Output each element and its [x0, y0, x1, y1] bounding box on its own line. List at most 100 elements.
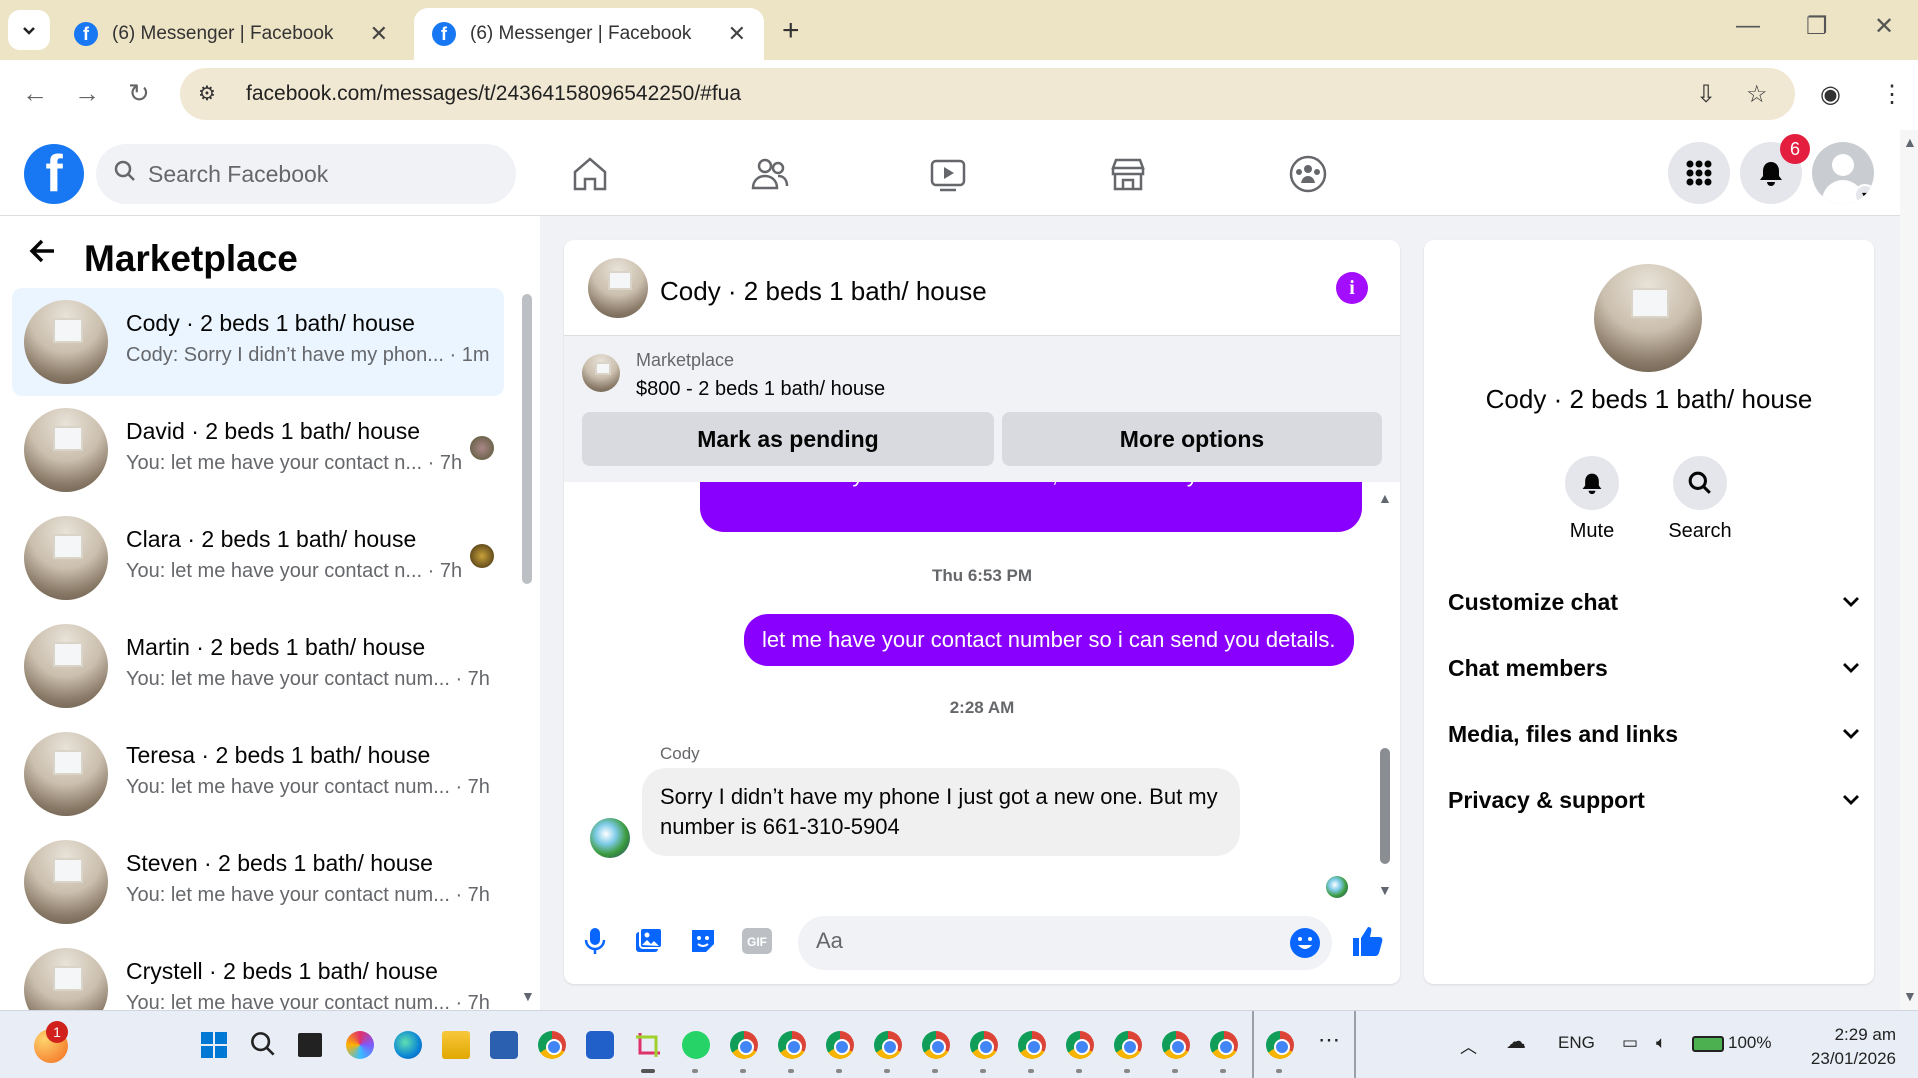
chat-members-section[interactable]: Chat members	[1448, 648, 1860, 688]
menu-grid-button[interactable]	[1668, 142, 1730, 204]
file-explorer-icon[interactable]	[442, 1031, 470, 1059]
conversation-item[interactable]: Teresa · 2 beds 1 bath/ house You: let m…	[12, 720, 504, 828]
scroll-down-icon[interactable]: ▼	[521, 988, 535, 1004]
chrome-icon[interactable]	[826, 1031, 854, 1059]
close-tab-icon[interactable]: ✕	[370, 21, 388, 47]
forward-icon[interactable]: →	[74, 78, 100, 109]
language-indicator[interactable]: ENG	[1558, 1033, 1595, 1053]
incoming-message[interactable]: Sorry I didn’t have my phone I just got …	[642, 768, 1240, 856]
system-clock[interactable]: 2:29 am 23/01/2026	[1796, 1023, 1896, 1071]
chrome-icon[interactable]	[1162, 1031, 1190, 1059]
more-apps-icon[interactable]: ⋯	[1318, 1027, 1340, 1053]
info-icon[interactable]: i	[1336, 272, 1368, 304]
conversation-item[interactable]: Crystell · 2 beds 1 bath/ house You: let…	[12, 936, 504, 1010]
battery-icon[interactable]	[1692, 1036, 1724, 1052]
conversation-list-scrollbar[interactable]	[522, 294, 532, 584]
bookmark-star-icon[interactable]: ☆	[1746, 80, 1768, 109]
search-input[interactable]	[148, 160, 468, 188]
photo-icon[interactable]	[632, 924, 666, 958]
whatsapp-icon[interactable]	[682, 1031, 710, 1059]
page-scrollbar[interactable]: ▲ ▼	[1900, 130, 1918, 1010]
scroll-up-icon[interactable]: ▲	[1378, 490, 1392, 506]
chrome-icon[interactable]	[730, 1031, 758, 1059]
marketplace-icon[interactable]	[1106, 152, 1150, 196]
profile-avatar[interactable]	[1594, 264, 1702, 372]
sender-avatar[interactable]	[590, 818, 630, 858]
listing-thumbnail[interactable]	[582, 354, 620, 392]
gif-icon[interactable]: GIF	[740, 924, 774, 958]
facebook-search[interactable]	[96, 144, 516, 204]
chrome-icon[interactable]	[1114, 1031, 1142, 1059]
media-files-links-section[interactable]: Media, files and links	[1448, 714, 1860, 754]
start-windows-icon[interactable]	[200, 1031, 228, 1059]
mark-as-pending-button[interactable]: Mark as pending	[582, 412, 994, 466]
outgoing-message[interactable]: let me have your contact number so i can…	[744, 614, 1354, 666]
profile-icon[interactable]: ◉	[1820, 80, 1841, 109]
message-input[interactable]	[816, 928, 1256, 954]
video-icon[interactable]	[926, 152, 970, 196]
listing-title[interactable]: $800 - 2 beds 1 bath/ house	[636, 378, 885, 401]
chrome-icon[interactable]	[778, 1031, 806, 1059]
show-hidden-icons-chevron-icon[interactable]: ︿	[1460, 1033, 1477, 1058]
groups-icon[interactable]	[1286, 152, 1330, 196]
window-close-icon[interactable]: ✕	[1874, 12, 1894, 41]
privacy-support-section[interactable]: Privacy & support	[1448, 780, 1860, 820]
site-settings-icon[interactable]: ⚙	[198, 81, 224, 107]
chrome-icon[interactable]	[874, 1031, 902, 1059]
tab-search-button[interactable]	[8, 10, 50, 50]
back-icon[interactable]: ←	[22, 78, 48, 109]
chat-avatar[interactable]	[588, 258, 648, 318]
sticker-icon[interactable]	[686, 924, 720, 958]
outlook-icon[interactable]	[586, 1031, 614, 1059]
install-app-icon[interactable]: ⇩	[1696, 80, 1716, 109]
volume-icon[interactable]: 🔈︎	[1656, 1033, 1666, 1053]
browser-menu-icon[interactable]: ⋮	[1880, 80, 1904, 109]
edge-icon[interactable]	[394, 1031, 422, 1059]
chrome-icon[interactable]	[1266, 1031, 1294, 1059]
search-conversation-button[interactable]	[1673, 456, 1727, 510]
close-tab-icon[interactable]: ✕	[728, 21, 746, 47]
back-arrow-icon[interactable]	[28, 236, 58, 275]
browser-tab[interactable]: f (6) Messenger | Facebook ✕	[56, 8, 406, 60]
like-thumb-icon[interactable]	[1350, 924, 1384, 958]
home-icon[interactable]	[568, 152, 612, 196]
conversation-item[interactable]: Cody · 2 beds 1 bath/ house Cody: Sorry …	[12, 288, 504, 396]
network-icon[interactable]: ▭	[1622, 1033, 1638, 1053]
new-tab-icon[interactable]: +	[782, 14, 800, 48]
customize-chat-section[interactable]: Customize chat	[1448, 582, 1860, 622]
snipping-tool-icon[interactable]	[634, 1031, 662, 1059]
address-bar[interactable]: ⚙ facebook.com/messages/t/24364158096542…	[180, 68, 1795, 120]
conversation-item[interactable]: Martin · 2 beds 1 bath/ house You: let m…	[12, 612, 504, 720]
microphone-icon[interactable]	[578, 924, 612, 958]
chrome-icon[interactable]	[538, 1031, 566, 1059]
chrome-icon[interactable]	[1018, 1031, 1046, 1059]
conversation-item[interactable]: Clara · 2 beds 1 bath/ house You: let me…	[12, 504, 504, 612]
store-icon[interactable]	[490, 1031, 518, 1059]
scroll-up-icon[interactable]: ▲	[1903, 134, 1917, 150]
chrome-icon[interactable]	[1210, 1031, 1238, 1059]
search-icon[interactable]	[250, 1031, 278, 1059]
mute-button[interactable]	[1565, 456, 1619, 510]
restore-icon[interactable]: ❐	[1806, 12, 1828, 41]
outgoing-message[interactable]: Please share your contact number, and I'…	[700, 482, 1362, 532]
account-avatar[interactable]: ▾	[1812, 142, 1874, 204]
friends-icon[interactable]	[748, 152, 792, 196]
browser-tab-active[interactable]: f (6) Messenger | Facebook ✕	[414, 8, 764, 60]
chrome-icon[interactable]	[1066, 1031, 1094, 1059]
chrome-icon[interactable]	[970, 1031, 998, 1059]
onedrive-cloud-icon[interactable]: ☁	[1506, 1029, 1526, 1054]
scroll-down-icon[interactable]: ▼	[1903, 988, 1917, 1004]
facebook-logo-icon[interactable]: f	[24, 144, 84, 204]
reload-icon[interactable]: ↻	[128, 78, 150, 109]
scroll-down-icon[interactable]: ▼	[1378, 882, 1392, 898]
thread-scrollbar[interactable]	[1380, 748, 1390, 864]
more-options-button[interactable]: More options	[1002, 412, 1382, 466]
chat-title[interactable]: Cody · 2 beds 1 bath/ house	[660, 276, 987, 307]
emoji-icon[interactable]	[1288, 926, 1322, 960]
chrome-icon[interactable]	[922, 1031, 950, 1059]
conversation-item[interactable]: Steven · 2 beds 1 bath/ house You: let m…	[12, 828, 504, 936]
conversation-item[interactable]: David · 2 beds 1 bath/ house You: let me…	[12, 396, 504, 504]
minimize-icon[interactable]: —	[1736, 12, 1760, 40]
task-view-icon[interactable]	[298, 1033, 322, 1057]
copilot-icon[interactable]	[346, 1031, 374, 1059]
